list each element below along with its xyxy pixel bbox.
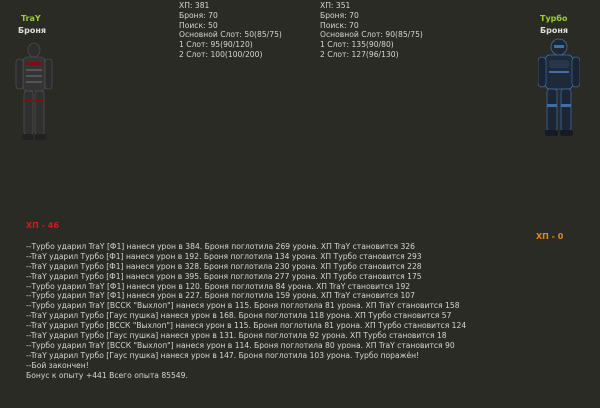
log-line: --TraY ударил Турбо [Гаус пушка] нанеся … (26, 331, 447, 341)
log-line: --Турбо ударил TraY [Ф1] нанеся урон в 3… (26, 242, 415, 251)
left-stat-hp: ХП: 381 (179, 1, 210, 10)
battle-ended-line: --Бой закончен! (26, 360, 89, 370)
log-line: --Турбо ударил TraY [Ф1] нанеся урон в 2… (26, 291, 415, 301)
left-stat-main-slot: Основной Слот: 50(85/75) (179, 30, 282, 40)
right-stat-armor: Броня: 70 (320, 10, 359, 20)
log-line: --Турбо ударил TraY [ВССК "Выхлоп"] нане… (26, 301, 460, 311)
right-stats: ХП: 351 Броня: 70 Поиск: 70 Основной Сло… (320, 1, 423, 60)
right-stat-slot-1: 1 Слот: 135(90/80) (320, 40, 394, 50)
log-line: --Турбо ударил TraY [ВССК "Выхлоп"] нане… (26, 340, 455, 350)
log-line: --TraY ударил Турбо [Ф1] нанеся урон в 1… (26, 251, 422, 261)
battle-log: --Турбо ударил TraY [Ф1] нанеся урон в 3… (26, 242, 466, 380)
log-line: --TraY ударил Турбо [Ф1] нанеся урон в 3… (26, 271, 422, 281)
experience-bonus-line: Бонус к опыту +441 Всего опыта 85549. (26, 370, 188, 380)
right-fighter-armor-label: Броня (540, 26, 568, 35)
log-line: --TraY ударил Турбо [ВССК "Выхлоп"] нане… (26, 321, 467, 331)
log-line: --TraY ударил Турбо [Гаус пушка] нанеся … (26, 311, 452, 321)
log-line: --Турбо ударил TraY [Ф1] нанеся урон в 1… (26, 281, 411, 291)
left-fighter-hp: ХП - 46 (26, 221, 59, 230)
left-fighter-name[interactable]: TraY (21, 14, 41, 24)
right-fighter-name[interactable]: Турбо (540, 14, 567, 24)
left-stat-slot-1: 1 Слот: 95(90/120) (179, 40, 253, 50)
right-stat-slot-2: 2 Слот: 127(96/130) (320, 49, 399, 59)
log-line: --TraY ударил Турбо [Ф1] нанеся урон в 3… (26, 261, 422, 271)
left-stat-slot-2: 2 Слот: 100(100/200) (179, 49, 263, 59)
right-stat-hp: ХП: 351 (320, 1, 351, 10)
left-stats: ХП: 381 Броня: 70 Поиск: 50 Основной Сло… (179, 1, 282, 60)
log-line: --TraY ударил Турбо [Гаус пушка] нанеся … (26, 350, 420, 360)
left-stat-search: Поиск: 50 (179, 20, 218, 30)
left-stat-armor: Броня: 70 (179, 10, 218, 20)
left-fighter-armor-label: Броня (18, 26, 46, 35)
left-fighter-avatar (15, 42, 53, 140)
right-stat-main-slot: Основной Слот: 90(85/75) (320, 30, 423, 40)
right-stat-search: Поиск: 70 (320, 20, 359, 30)
right-fighter-avatar (538, 38, 580, 136)
right-fighter-hp: ХП - 0 (536, 232, 564, 241)
